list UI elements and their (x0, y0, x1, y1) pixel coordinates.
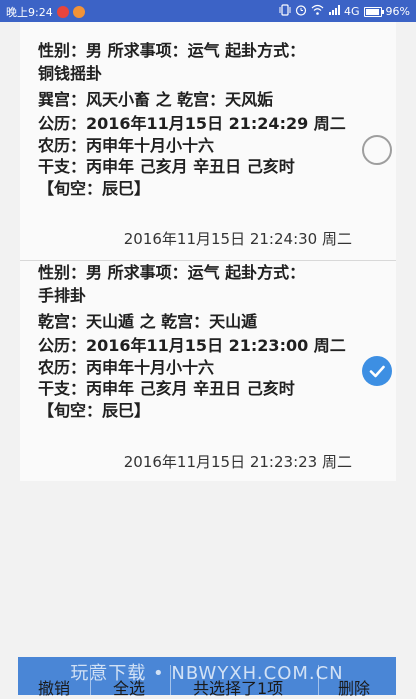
delete-button[interactable]: 删除 (338, 675, 370, 699)
divider (318, 665, 319, 695)
select-checkbox-checked[interactable] (362, 356, 392, 386)
vibrate-icon (279, 4, 291, 19)
record-info-line: 干支：丙申年 己亥月 辛丑日 己亥时 (38, 157, 295, 176)
select-all-button[interactable]: 全选 (113, 675, 145, 699)
record-info-line: 乾宫：天山遁 之 乾宫：天山遁 (38, 312, 258, 331)
weibo-notification-icon (56, 6, 69, 18)
signal-icon (328, 4, 341, 19)
bottom-action-bar: 玩意下载 • NBWYXH.COM.CN 撤销 全选 共选择了1项 删除 (18, 657, 396, 698)
record-item[interactable]: 性别：男 所求事项：运气 起卦方式： 手排卦 乾宫：天山遁 之 乾宫：天山遁 公… (20, 261, 396, 481)
clock: 晚上9:24 (6, 6, 53, 19)
record-list: 性别：男 所求事项：运气 起卦方式： 铜钱摇卦 巽宫：风天小畜 之 乾宫：天风姤… (0, 22, 416, 657)
record-info-line: 【旬空：辰巳】 (38, 401, 151, 420)
cancel-button[interactable]: 撤销 (38, 675, 70, 699)
select-checkbox[interactable] (362, 135, 392, 165)
record-info-line: 公历：2016年11月15日 21:23:00 周二 (38, 336, 346, 355)
check-icon (369, 365, 385, 378)
battery-percent: 96% (385, 5, 410, 18)
status-bar-left: 晚上9:24 (6, 4, 85, 20)
divider (90, 665, 91, 695)
record-info-line: 干支：丙申年 己亥月 辛丑日 己亥时 (38, 379, 295, 398)
wifi-icon (311, 4, 324, 19)
record-info-line: 巽宫：风天小畜 之 乾宫：天风姤 (38, 90, 274, 109)
status-bar-right: 4G 96% (279, 4, 410, 19)
alarm-icon (295, 4, 307, 19)
battery-icon (363, 6, 384, 17)
record-info-line: 铜钱摇卦 (38, 64, 103, 83)
record-item[interactable]: 性别：男 所求事项：运气 起卦方式： 铜钱摇卦 巽宫：风天小畜 之 乾宫：天风姤… (20, 22, 396, 260)
record-info-line: 公历：2016年11月15日 21:24:29 周二 (38, 114, 346, 133)
app-notification-icon (72, 6, 85, 18)
network-type: 4G (344, 5, 360, 18)
record-info-line: 农历：丙申年十月小十六 (38, 136, 215, 155)
divider (170, 665, 171, 695)
selected-count-label: 共选择了1项 (193, 679, 284, 698)
record-info-line: 农历：丙申年十月小十六 (38, 358, 215, 377)
record-info-line: 性别：男 所求事项：运气 起卦方式： (38, 41, 306, 60)
record-saved-time: 2016年11月15日 21:24:30 周二 (123, 230, 352, 248)
record-info-line: 手排卦 (38, 286, 87, 305)
status-bar: 晚上9:24 4G 96% (0, 0, 416, 22)
record-saved-time: 2016年11月15日 21:23:23 周二 (123, 453, 352, 471)
record-info-line: 【旬空：辰巳】 (38, 179, 151, 198)
record-info-line: 性别：男 所求事项：运气 起卦方式： (38, 263, 306, 282)
